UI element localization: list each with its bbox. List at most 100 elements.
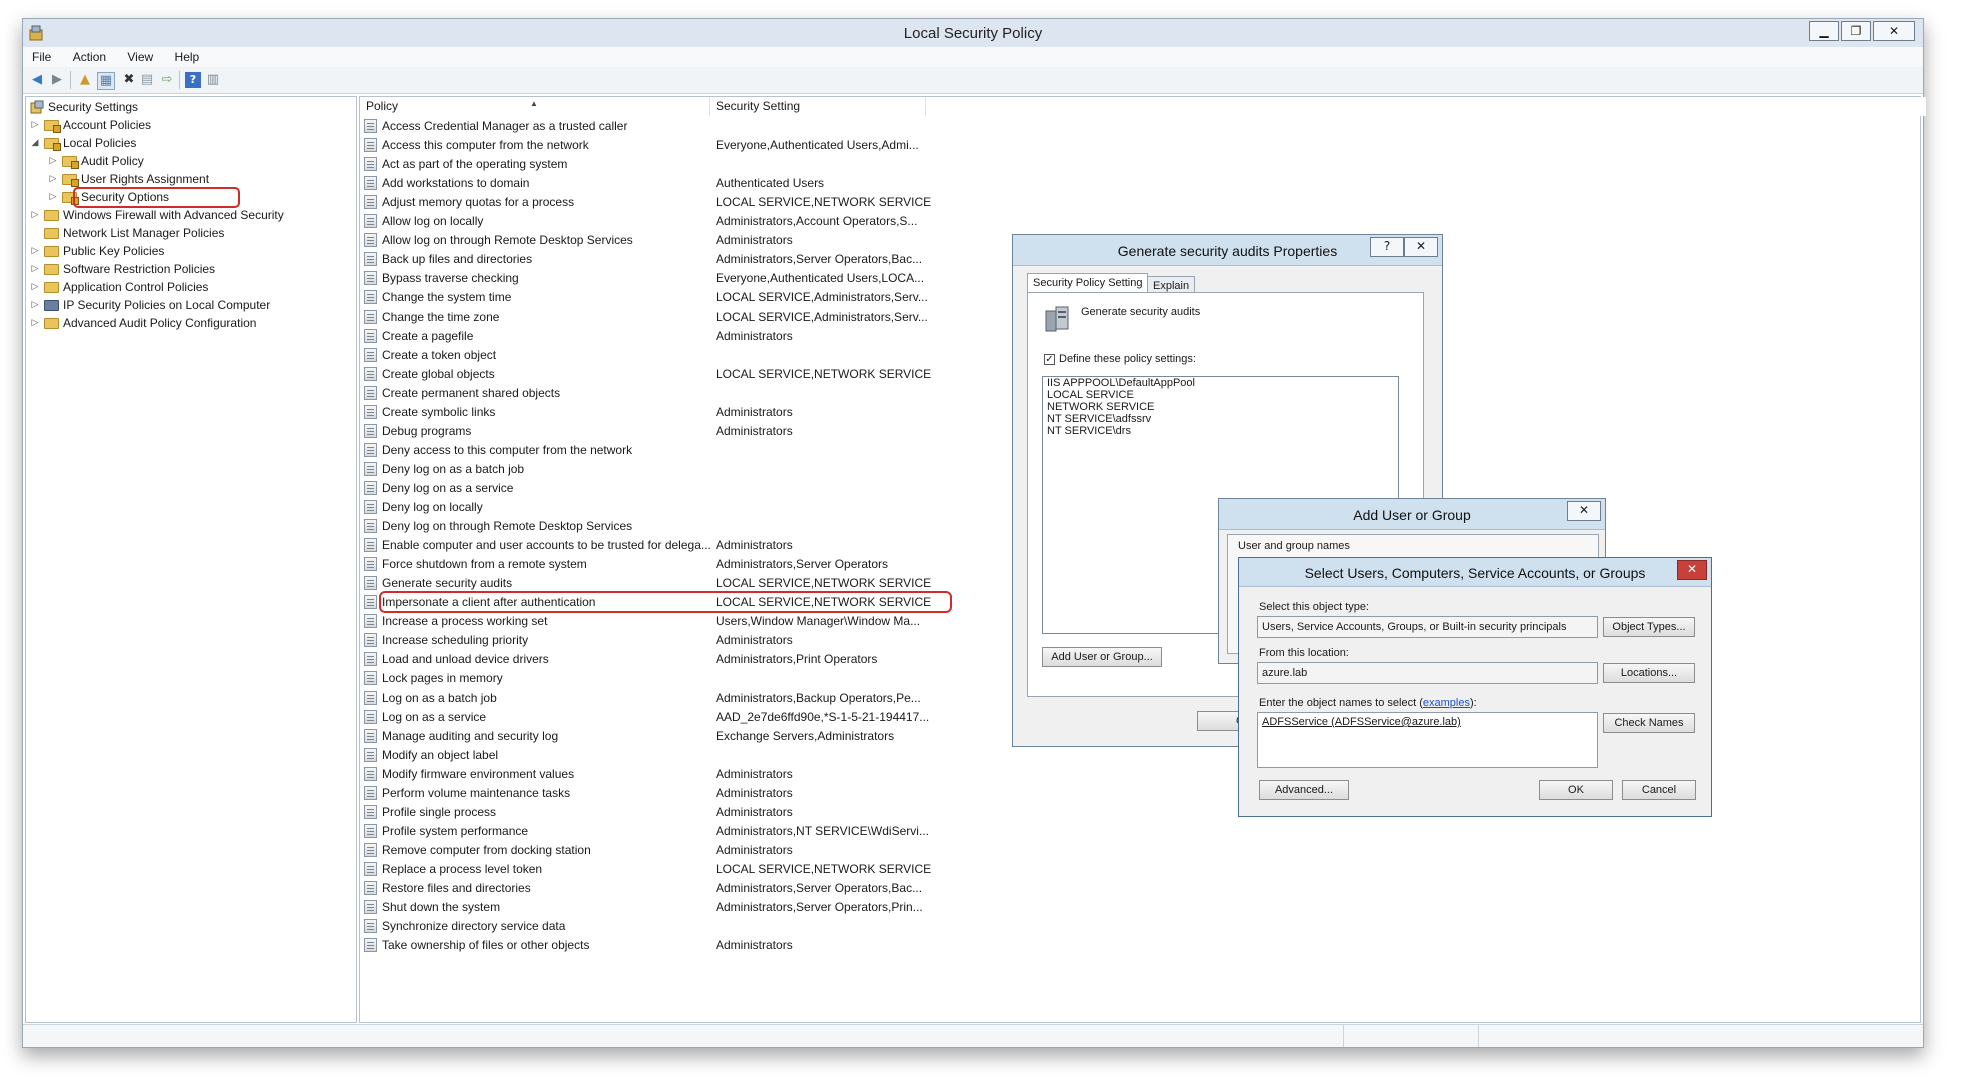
- add-user-group-title-bar[interactable]: Add User or Group ✕: [1219, 499, 1605, 530]
- policy-name: Bypass traverse checking: [382, 271, 519, 286]
- policy-setting: LOCAL SERVICE,Administrators,Serv...: [716, 309, 928, 324]
- expand-icon[interactable]: ▷: [30, 260, 40, 278]
- help-icon[interactable]: ?: [185, 72, 201, 88]
- properties-icon[interactable]: ▤: [139, 72, 155, 88]
- policy-icon: [364, 842, 377, 857]
- policy-name: Modify firmware environment values: [382, 766, 575, 781]
- check-names-button[interactable]: Check Names: [1603, 713, 1695, 733]
- policy-setting: Authenticated Users: [716, 176, 825, 191]
- tree-item-ip-security[interactable]: ▷ IP Security Policies on Local Computer: [30, 296, 350, 314]
- tree-item-account-policies[interactable]: ▷ Account Policies: [30, 116, 350, 134]
- account-item[interactable]: NETWORK SERVICE: [1043, 401, 1398, 413]
- delete-icon[interactable]: ✖: [121, 72, 137, 88]
- menu-help[interactable]: Help: [166, 47, 209, 64]
- cancel-button[interactable]: Cancel: [1622, 780, 1696, 800]
- tree-item-application-control[interactable]: ▷ Application Control Policies: [30, 278, 350, 296]
- export-list-icon[interactable]: ⇨: [159, 72, 175, 88]
- expand-icon[interactable]: ▷: [30, 242, 40, 260]
- define-policy-checkbox[interactable]: ✓: [1044, 354, 1055, 365]
- menu-view[interactable]: View: [118, 47, 162, 64]
- policy-icon: [364, 385, 377, 400]
- policy-setting: Administrators,Server Operators: [716, 557, 889, 572]
- object-types-button[interactable]: Object Types...: [1603, 617, 1695, 637]
- policy-row[interactable]: Add workstations to domain Authenticated …: [360, 174, 1920, 193]
- title-bar[interactable]: Local Security Policy ▁ ❐ ✕: [23, 19, 1923, 48]
- tree-item-label: Audit Policy: [81, 154, 144, 168]
- policy-setting: Administrators: [716, 785, 793, 800]
- examples-link[interactable]: examples: [1423, 697, 1470, 709]
- column-header-security-setting[interactable]: Security Setting: [710, 97, 926, 116]
- policy-setting: Administrators: [716, 328, 793, 343]
- policy-row[interactable]: Allow log on locally Administrators,Accou…: [360, 212, 1920, 231]
- properties-dialog-title-bar[interactable]: Generate security audits Properties ? ✕: [1013, 235, 1442, 266]
- help-button[interactable]: ?: [1370, 237, 1404, 257]
- expand-icon[interactable]: ▷: [30, 116, 40, 134]
- policy-row[interactable]: Adjust memory quotas for a process LOCAL …: [360, 193, 1920, 212]
- tree-item-advanced-audit[interactable]: ▷ Advanced Audit Policy Configuration: [30, 314, 350, 332]
- ok-button[interactable]: OK: [1539, 780, 1613, 800]
- add-user-group-close-button[interactable]: ✕: [1567, 501, 1601, 521]
- object-names-input[interactable]: ADFSService (ADFSService@azure.lab): [1257, 712, 1598, 768]
- tab-explain[interactable]: Explain: [1147, 276, 1196, 293]
- tree-item-audit-policy[interactable]: ▷ Audit Policy: [48, 152, 348, 170]
- folder-icon: [44, 246, 59, 257]
- policy-row[interactable]: Restore files and directories Administrat…: [360, 879, 1920, 898]
- expand-icon[interactable]: ▷: [30, 314, 40, 332]
- policy-row[interactable]: Act as part of the operating system: [360, 155, 1920, 174]
- policy-row[interactable]: Remove computer from docking station Admi…: [360, 841, 1920, 860]
- close-button[interactable]: ✕: [1873, 21, 1915, 41]
- policy-row[interactable]: Take ownership of files or other objects…: [360, 936, 1920, 955]
- highlight-user-rights-assignment: [73, 187, 240, 208]
- policy-icon: [364, 861, 377, 876]
- policy-icon: [364, 461, 377, 476]
- properties-close-button[interactable]: ✕: [1404, 237, 1438, 257]
- restore-button[interactable]: ❐: [1841, 21, 1871, 41]
- tree-item-windows-firewall[interactable]: ▷ Windows Firewall with Advanced Securit…: [30, 206, 350, 224]
- policy-row[interactable]: Replace a process level token LOCAL SERVI…: [360, 860, 1920, 879]
- expand-icon[interactable]: ▷: [30, 278, 40, 296]
- advanced-button[interactable]: Advanced...: [1259, 780, 1349, 800]
- policy-row[interactable]: Access this computer from the network Eve…: [360, 136, 1920, 155]
- expand-icon[interactable]: ▷: [48, 152, 58, 170]
- menu-action[interactable]: Action: [64, 47, 115, 64]
- policy-name: Deny log on as a service: [382, 480, 514, 495]
- policy-name: Add workstations to domain: [382, 176, 530, 191]
- tree-item-public-key-policies[interactable]: ▷ Public Key Policies: [30, 242, 350, 260]
- policy-row[interactable]: Shut down the system Administrators,Serve…: [360, 898, 1920, 917]
- tree-item-user-rights-assignment[interactable]: ▷ User Rights Assignment: [48, 170, 348, 188]
- select-users-title-bar[interactable]: Select Users, Computers, Service Account…: [1239, 558, 1711, 587]
- column-header-policy[interactable]: Policy ▲: [360, 97, 710, 116]
- expand-icon[interactable]: ▷: [30, 296, 40, 314]
- back-arrow-icon[interactable]: ◀: [29, 72, 45, 88]
- policy-icon: [364, 404, 377, 419]
- add-user-or-group-button[interactable]: Add User or Group...: [1042, 647, 1162, 667]
- locations-button[interactable]: Locations...: [1603, 663, 1695, 683]
- account-item[interactable]: IIS APPPOOL\DefaultAppPool: [1043, 377, 1398, 389]
- show-hide-tree-icon[interactable]: ▦: [97, 72, 115, 90]
- expand-icon[interactable]: ▷: [48, 170, 58, 188]
- policy-setting: Administrators,Backup Operators,Pe...: [716, 690, 921, 705]
- expand-icon[interactable]: ▷: [48, 188, 58, 206]
- action-pane-icon[interactable]: ▥: [205, 72, 221, 88]
- up-folder-icon[interactable]: ▲: [77, 72, 93, 88]
- account-item[interactable]: NT SERVICE\drs: [1043, 425, 1398, 437]
- tree-item-network-list-manager[interactable]: Network List Manager Policies: [30, 224, 350, 242]
- expand-icon[interactable]: ▷: [30, 206, 40, 224]
- policy-icon: [364, 938, 377, 953]
- minimize-button[interactable]: ▁: [1809, 21, 1839, 41]
- forward-arrow-icon[interactable]: ▶: [49, 72, 65, 88]
- policy-setting: Administrators: [716, 633, 793, 648]
- account-item[interactable]: LOCAL SERVICE: [1043, 389, 1398, 401]
- tab-security-policy-setting[interactable]: Security Policy Setting: [1027, 273, 1149, 293]
- select-users-close-button[interactable]: ✕: [1677, 560, 1707, 580]
- menu-file[interactable]: File: [23, 47, 60, 64]
- account-item[interactable]: NT SERVICE\adfssrv: [1043, 413, 1398, 425]
- policy-row[interactable]: Access Credential Manager as a trusted c…: [360, 117, 1920, 136]
- policy-name: Profile single process: [382, 804, 497, 819]
- policy-icon: [364, 652, 377, 667]
- collapse-icon[interactable]: ◢: [30, 134, 40, 152]
- policy-row[interactable]: Profile system performance Administrators…: [360, 822, 1920, 841]
- tree-item-software-restriction[interactable]: ▷ Software Restriction Policies: [30, 260, 350, 278]
- policy-row[interactable]: Synchronize directory service data: [360, 917, 1920, 936]
- tree-item-local-policies[interactable]: ◢ Local Policies: [30, 134, 350, 152]
